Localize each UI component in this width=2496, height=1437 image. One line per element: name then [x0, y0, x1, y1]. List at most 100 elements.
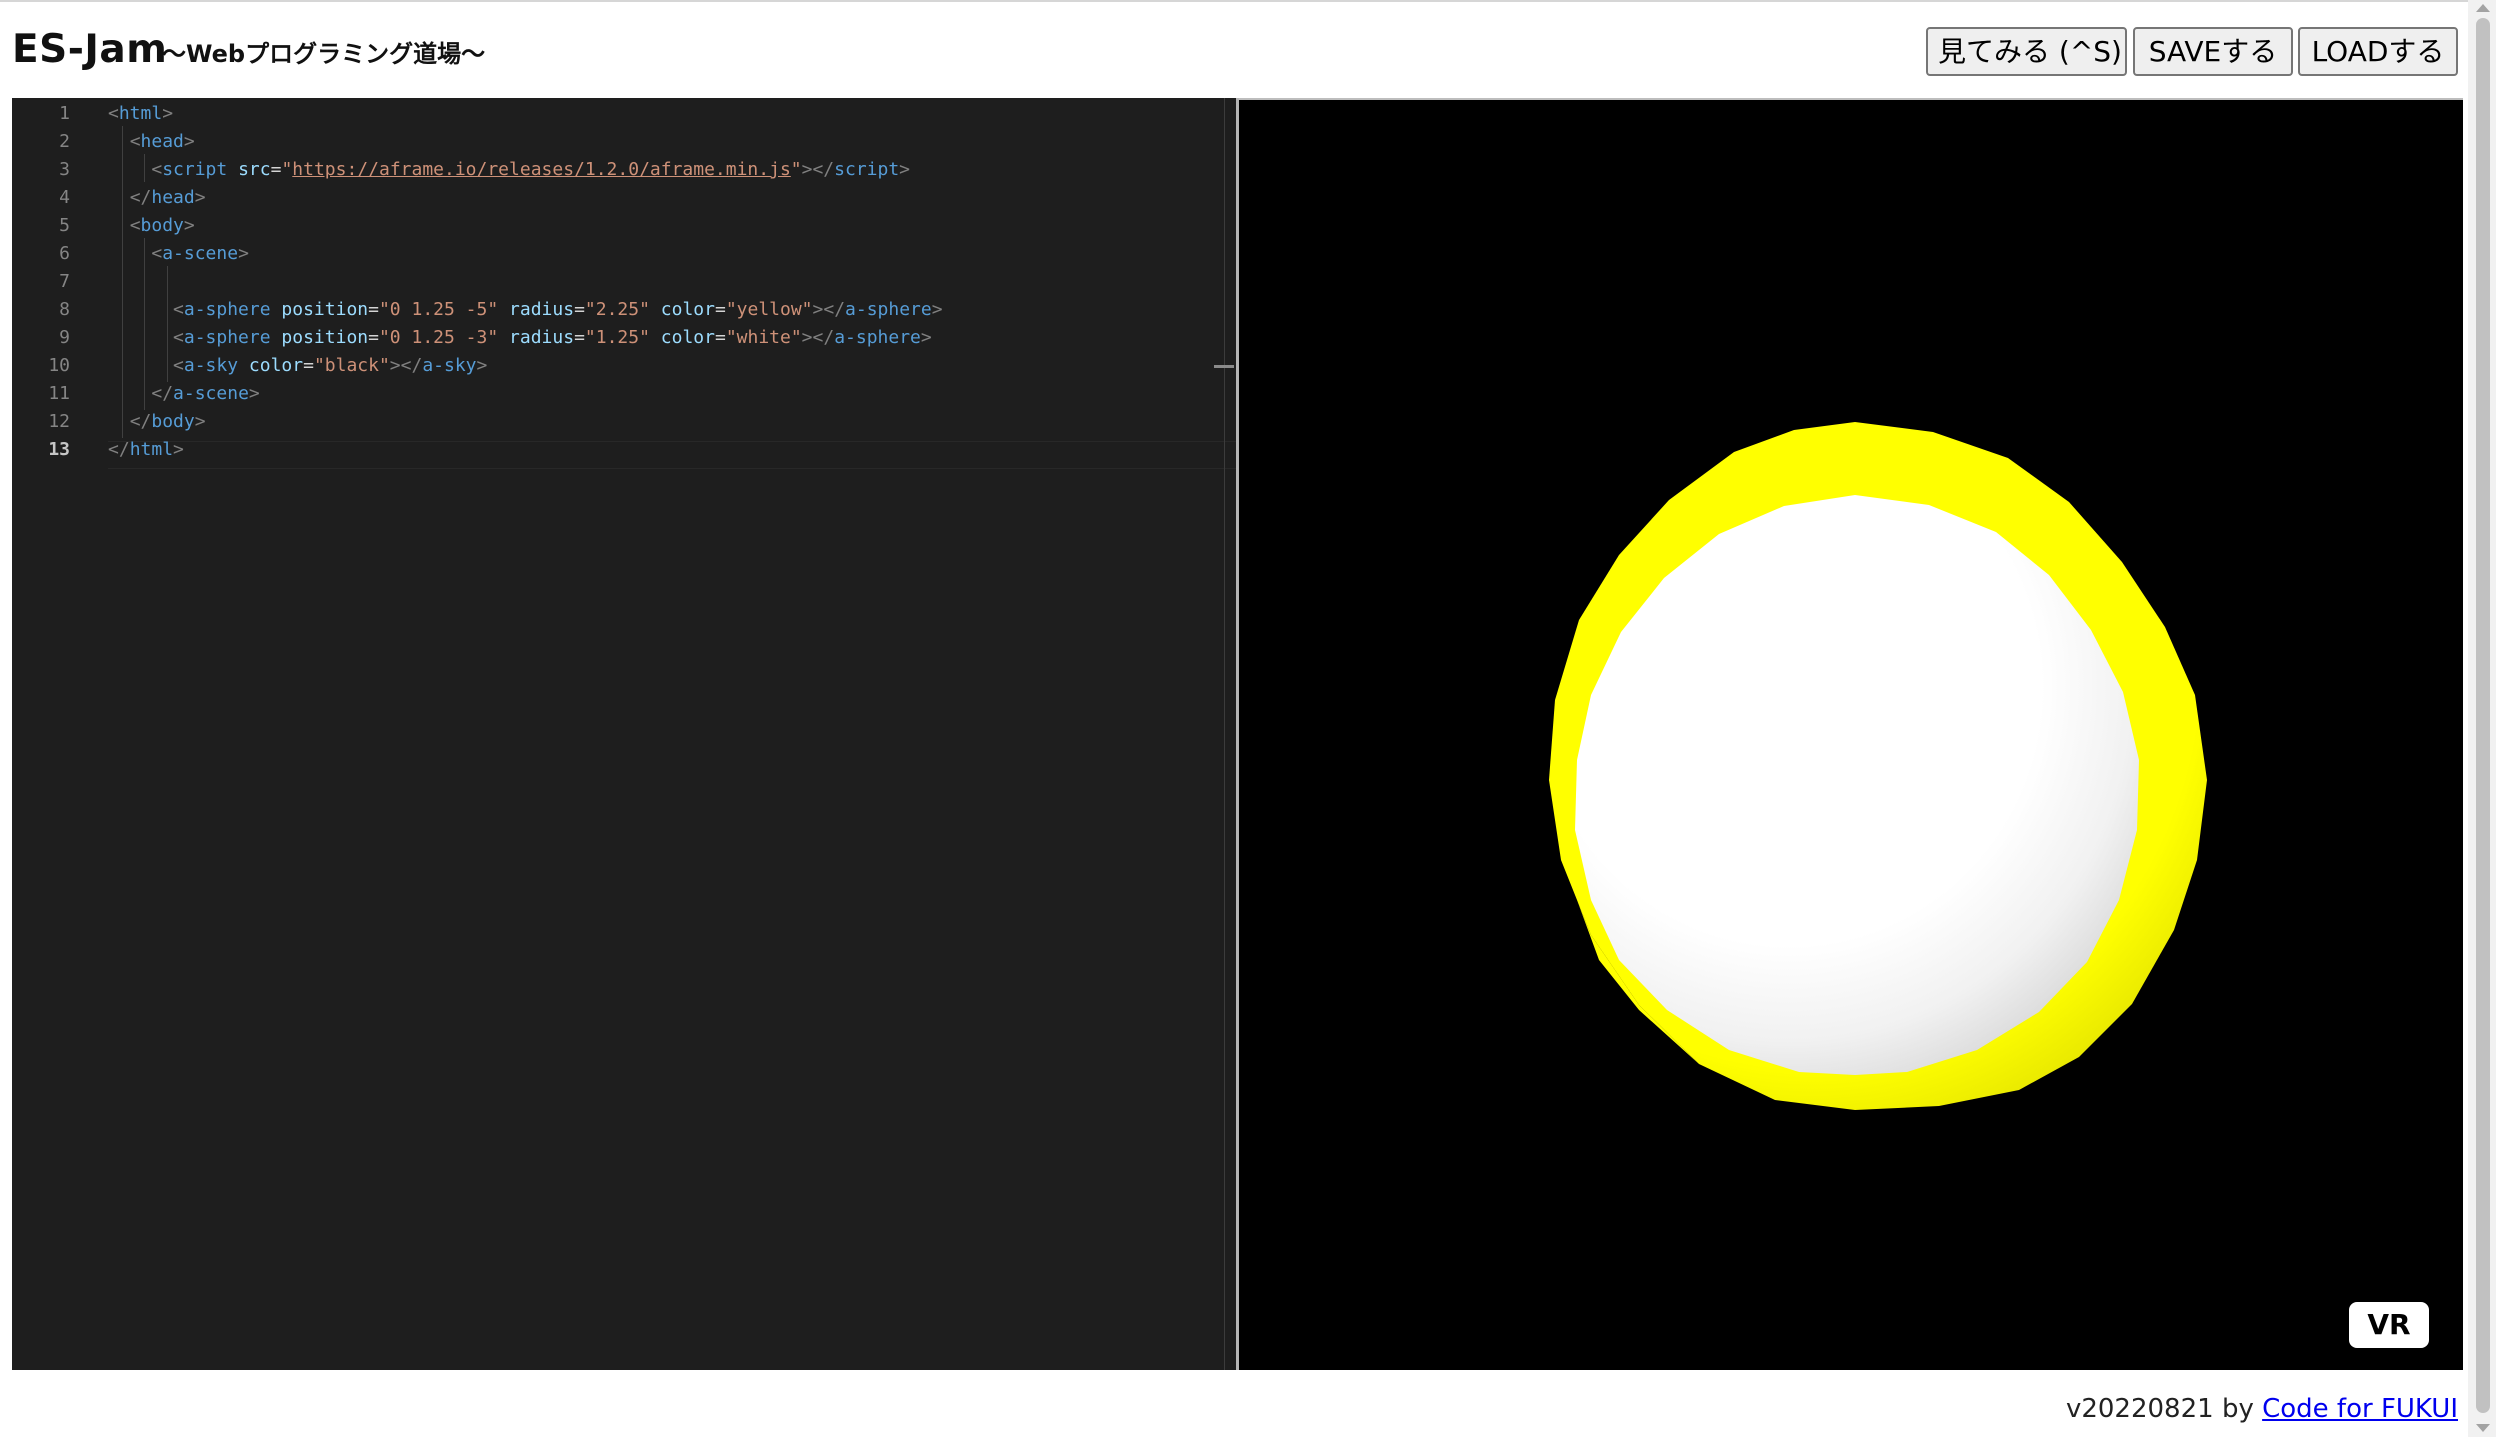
code-token: ></ — [812, 299, 846, 320]
code-token: a-sky — [183, 355, 239, 376]
line-number: 12 — [48, 411, 70, 432]
code-token: > — [194, 411, 206, 432]
code-token: > — [476, 355, 488, 376]
code-token: < — [151, 243, 163, 264]
indent-guide — [144, 154, 145, 182]
code-token: a-scene — [173, 383, 249, 404]
code-token: < — [151, 159, 163, 180]
code-token: a-sphere — [845, 299, 932, 320]
code-line[interactable]: <body> — [108, 212, 195, 240]
code-token: = — [714, 327, 726, 348]
load-button[interactable]: LOADする — [2298, 27, 2458, 76]
code-token: position — [281, 299, 369, 320]
line-number: 2 — [59, 131, 70, 152]
code-token: < — [129, 131, 141, 152]
vr-scene-canvas[interactable] — [1239, 100, 2463, 1370]
code-line[interactable]: <script src="https://aframe.io/releases/… — [108, 156, 910, 184]
vr-mode-button[interactable]: VR — [2349, 1302, 2429, 1348]
code-line[interactable]: </a-scene> — [108, 380, 259, 408]
code-token: </ — [151, 383, 174, 404]
code-token: < — [129, 215, 141, 236]
code-token: body — [140, 215, 184, 236]
code-editor[interactable]: 1 2 3 4 5 6 7 8 9 10 11 12 13 <html> <head> <script … — [12, 98, 1236, 1370]
code-token: color — [248, 355, 304, 376]
code-line[interactable]: <head> — [108, 128, 195, 156]
code-token: ></ — [801, 327, 835, 348]
code-token: html — [118, 103, 163, 124]
line-number: 13 — [48, 439, 70, 460]
code-token: https://aframe.io/releases/1.2.0/aframe.… — [292, 159, 791, 180]
code-token: a-sphere — [183, 327, 271, 348]
line-number: 11 — [48, 383, 70, 404]
code-token: > — [931, 299, 943, 320]
code-token: < — [173, 327, 184, 348]
line-number: 3 — [59, 159, 70, 180]
app-subtitle: 〜Webプログラミング道場〜 — [162, 40, 486, 68]
indent-guide — [122, 126, 123, 438]
current-line-highlight — [108, 441, 1236, 469]
code-line[interactable]: <a-scene> — [108, 240, 249, 268]
line-number: 7 — [59, 271, 70, 292]
code-token: > — [920, 327, 932, 348]
code-token: > — [194, 187, 206, 208]
code-token: a-sky — [422, 355, 477, 376]
code-line[interactable]: <a-sphere position="0 1.25 -3" radius="1… — [108, 324, 932, 352]
code-line[interactable]: <html> — [108, 100, 173, 128]
line-number: 9 — [59, 327, 70, 348]
code-token: = — [714, 299, 726, 320]
code-token: ></ — [801, 159, 835, 180]
code-for-fukui-link[interactable]: Code for FUKUI — [2262, 1394, 2458, 1424]
code-token: "white" — [725, 327, 802, 348]
page-scrollbar-thumb[interactable] — [2476, 18, 2490, 1413]
preview-pane[interactable]: VR — [1239, 100, 2463, 1370]
code-token: position — [281, 327, 369, 348]
code-token: "0 1.25 -3" — [378, 327, 499, 348]
code-token: </ — [129, 411, 152, 432]
code-token: = — [574, 327, 585, 348]
code-token: > — [238, 243, 249, 264]
save-button[interactable]: SAVEする — [2133, 27, 2293, 76]
version-text: v20220821 by — [2065, 1394, 2263, 1424]
footer: v20220821 by Code for FUKUI — [2066, 1392, 2458, 1426]
code-token: " — [790, 159, 802, 180]
view-button[interactable]: 見てみる (^S) — [1926, 27, 2127, 76]
code-line[interactable]: <a-sphere position="0 1.25 -5" radius="2… — [108, 296, 943, 324]
code-token: "1.25" — [584, 327, 650, 348]
code-token: html — [129, 439, 174, 460]
code-token: > — [899, 159, 911, 180]
code-token: radius — [509, 299, 575, 320]
line-number: 5 — [59, 215, 70, 236]
code-token: < — [108, 103, 119, 124]
indent-guide — [144, 238, 145, 410]
code-token: > — [183, 215, 195, 236]
scroll-up-arrow-icon[interactable] — [2476, 4, 2490, 12]
code-line[interactable]: </html> — [108, 436, 184, 464]
line-number: 6 — [59, 243, 70, 264]
code-token: " — [281, 159, 293, 180]
line-number: 10 — [48, 355, 70, 376]
code-token: = — [270, 159, 282, 180]
code-token: "black" — [313, 355, 390, 376]
code-line[interactable]: <a-sky color="black"></a-sky> — [108, 352, 487, 380]
code-token: ></ — [389, 355, 423, 376]
line-number: 8 — [59, 299, 70, 320]
code-token: "2.25" — [584, 299, 650, 320]
code-token: > — [183, 131, 195, 152]
code-token: "0 1.25 -5" — [378, 299, 499, 320]
code-token: = — [368, 299, 379, 320]
code-token: </ — [108, 439, 130, 460]
code-token: < — [173, 299, 184, 320]
code-token: > — [173, 439, 184, 460]
code-token: = — [368, 327, 379, 348]
code-token: src — [238, 159, 271, 180]
scroll-down-arrow-icon[interactable] — [2476, 1424, 2490, 1432]
editor-scrollbar[interactable] — [1224, 98, 1225, 1370]
